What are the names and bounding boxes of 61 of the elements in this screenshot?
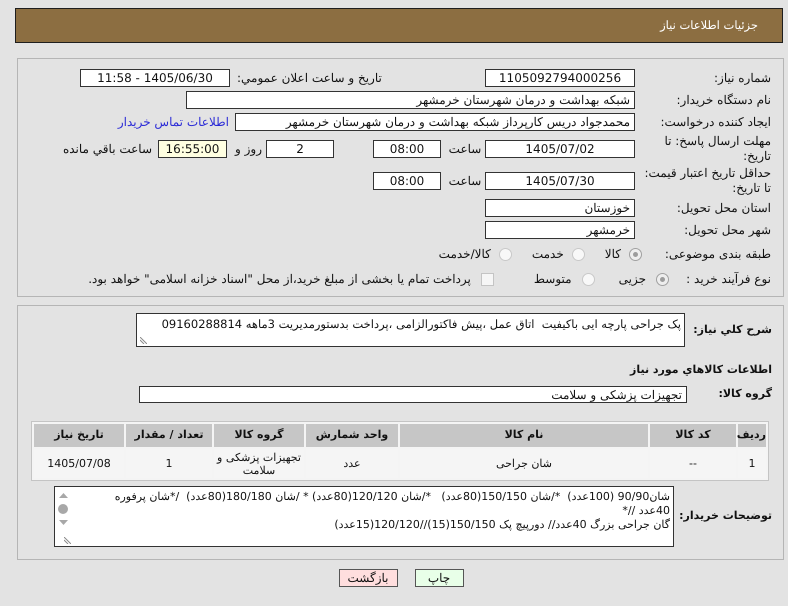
page-title: جزئیات اطلاعات نیاز — [660, 16, 758, 34]
section-title: اطلاعات کالاهاي مورد نیاز — [630, 362, 772, 378]
table-header-cell: تاریخ نیاز — [34, 424, 124, 447]
radio-button[interactable] — [656, 272, 669, 286]
field-label: شرح کلي نیاز: — [692, 322, 772, 338]
radio-label: کالا/خدمت — [438, 246, 491, 263]
radio-button[interactable] — [582, 272, 595, 286]
city-field[interactable]: خرمشهر — [485, 221, 635, 239]
table-header-cell: گروه کالا — [214, 424, 304, 447]
radio-label: متوسط — [534, 271, 572, 288]
field-label: ایجاد کننده درخواست: — [659, 114, 771, 131]
radio-button[interactable] — [572, 248, 585, 260]
description-field[interactable]: پک جراحی پارچه ایی باکیفیت اتاق عمل ،پیش فاکتورالزامی ،پرداخت بدستورمدیریت 3ماهه 09160288814 — [136, 313, 685, 347]
field-label: شماره نیاز: — [713, 70, 771, 87]
table-header-cell: تعداد / مقدار — [126, 424, 212, 447]
buyer-notes-field[interactable]: شان90/90 (100عدد) */شان 150/150(80عدد) */شان 120/120(80عدد) * /شان 180/180(80عدد) /*شان پرفوره 40عدد //* گان جراحی بزرگ 40عدد// دورپیچ پک 150/150(15)//120/120(15عدد) — [54, 486, 674, 547]
radio-button[interactable] — [629, 248, 642, 260]
print-button[interactable]: چاپ — [414, 569, 464, 587]
field-label: استان محل تحویل: — [676, 200, 771, 217]
field-label: مهلت ارسال پاسخ: تا تاریخ: — [663, 134, 771, 164]
province-field[interactable]: خوزستان — [485, 199, 635, 217]
field-label: روز و — [235, 141, 262, 158]
date-field[interactable]: 1405/07/30 — [485, 172, 635, 190]
goods-group-field[interactable]: تجهیزات پزشکی و سلامت — [139, 386, 687, 403]
field-label: حداقل تاریخ اعتبار قیمت: تا تاریخ: — [643, 166, 771, 196]
field-label: توضیحات خریدار: — [678, 508, 772, 524]
field-label: طبقه بندی موضوعی: — [664, 246, 771, 263]
resize-grip-icon[interactable] — [140, 337, 147, 344]
time-field[interactable]: 08:00 — [373, 172, 441, 190]
radio-button[interactable] — [498, 248, 512, 260]
field-label: نام دستگاه خریدار: — [676, 92, 771, 109]
need-number-field[interactable]: 1105092794000256 — [485, 69, 635, 87]
radio-label: کالا — [604, 246, 621, 263]
time-field[interactable]: 08:00 — [373, 140, 441, 158]
scroll-up-icon[interactable] — [58, 493, 68, 498]
requester-field[interactable]: محمدجواد دریس کارپرداز شبکه بهداشت و درمان شهرستان خرمشهر — [235, 113, 635, 131]
announce-date-field[interactable]: 1405/06/30 - 11:58 — [80, 69, 230, 87]
radio-label: خدمت — [532, 246, 564, 263]
field-label: نوع فرآیند خرید : — [685, 271, 771, 288]
field-label: ساعت — [448, 173, 482, 190]
table-header-cell: نام کالا — [400, 424, 648, 447]
field-label: ساعت باقي مانده — [62, 141, 152, 158]
field-label: تاریخ و ساعت اعلان عمومي: — [237, 70, 382, 87]
scroll-down-icon[interactable] — [58, 520, 68, 525]
date-field[interactable]: 1405/07/02 — [485, 140, 635, 158]
buyer-org-field[interactable]: شبکه بهداشت و درمان شهرستان خرمشهر — [186, 91, 635, 109]
resize-grip-icon[interactable] — [64, 537, 71, 544]
days-field[interactable]: 2 — [266, 140, 334, 158]
table-header-cell: ردیف — [738, 424, 766, 447]
field-label: ساعت — [448, 141, 482, 158]
remaining-time-field[interactable]: 16:55:00 — [158, 140, 227, 158]
checkbox[interactable] — [480, 272, 494, 286]
back-button[interactable]: بازگشت — [338, 569, 398, 587]
radio-label: جزیی — [618, 271, 646, 288]
table-header-cell: واحد شمارش — [306, 424, 398, 447]
field-label: شهر محل تحویل: — [683, 222, 771, 239]
scroll-thumb[interactable] — [58, 504, 68, 514]
checkbox-label: پرداخت تمام یا بخشی از مبلغ خرید،از محل "اسناد خزانه اسلامی" خواهد بود. — [88, 271, 471, 288]
field-label: گروه کالا: — [717, 386, 772, 402]
table-header-cell: کد کالا — [650, 424, 736, 447]
contact-info-link[interactable]: اطلاعات تماس خریدار — [118, 113, 229, 131]
